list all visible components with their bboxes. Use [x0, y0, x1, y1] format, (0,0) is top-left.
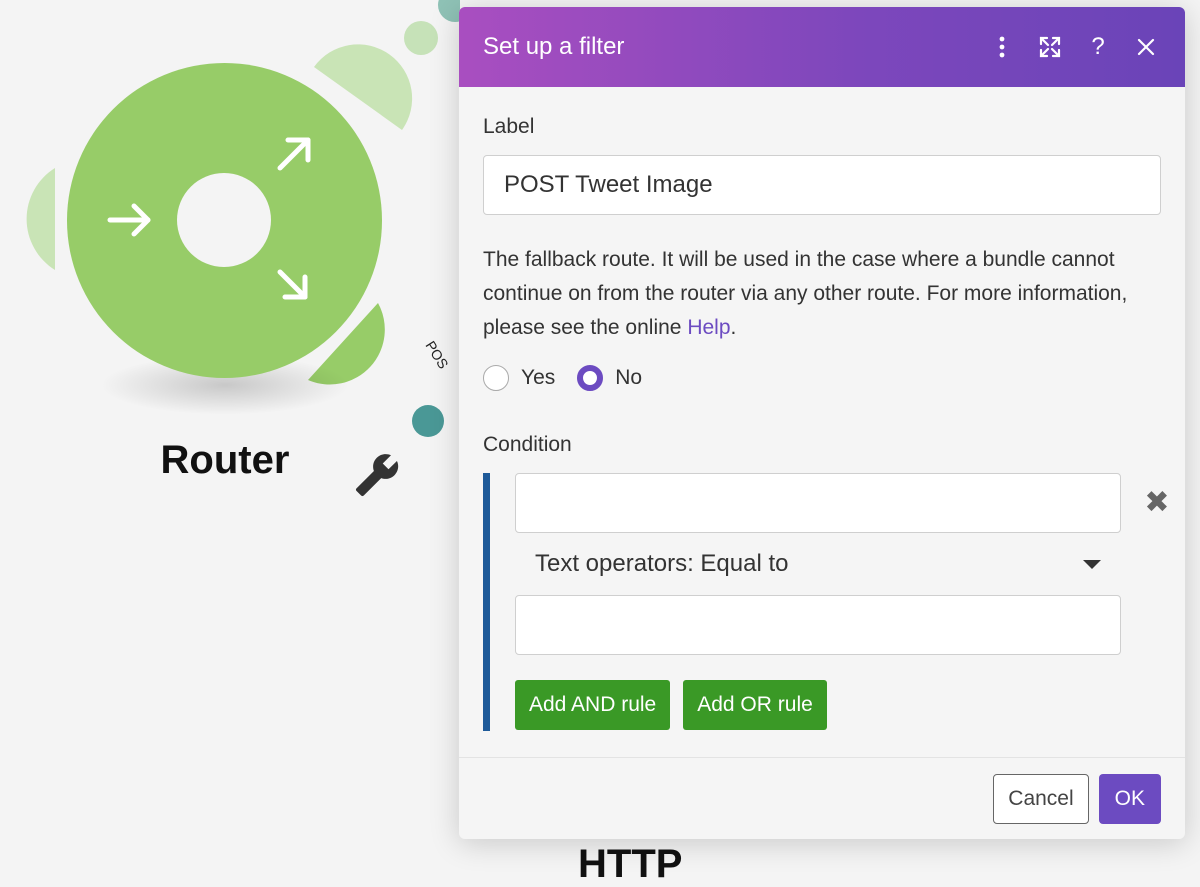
- fallback-description-text: The fallback route. It will be used in t…: [483, 248, 1128, 339]
- fallback-yes-label: Yes: [521, 366, 556, 389]
- router-title: Router: [160, 438, 290, 482]
- dialog-title: Set up a filter: [483, 33, 625, 60]
- dialog-header: Set up a filter ?: [459, 7, 1185, 87]
- fallback-description-end: .: [730, 316, 737, 339]
- condition-operand-a-input[interactable]: [515, 473, 1121, 533]
- dialog-header-actions: ?: [987, 32, 1161, 62]
- connector-dot-top: [438, 0, 460, 22]
- label-field-label: Label: [483, 115, 535, 138]
- help-icon[interactable]: ?: [1083, 32, 1113, 62]
- connector-dot: [404, 21, 438, 55]
- radio-checked-icon: [577, 365, 604, 391]
- condition-rule-group: ✖ Text operators: Equal to Add AND rule …: [483, 473, 1170, 731]
- caret-down-icon: [1083, 559, 1101, 569]
- wrench-icon[interactable]: [354, 452, 400, 498]
- close-icon[interactable]: [1131, 32, 1161, 62]
- dialog-body: Label POST Tweet Image The fallback rout…: [459, 87, 1185, 757]
- help-link[interactable]: Help: [687, 316, 730, 339]
- fallback-description: The fallback route. It will be used in t…: [483, 243, 1161, 345]
- rule-buttons: Add AND rule Add OR rule: [515, 680, 1161, 730]
- route-handle[interactable]: [412, 405, 444, 437]
- dialog-footer: Cancel OK: [459, 757, 1185, 839]
- add-or-rule-button[interactable]: Add OR rule: [683, 680, 827, 730]
- http-module-title: HTTP: [578, 842, 683, 886]
- fallback-no-radio[interactable]: No: [577, 365, 642, 391]
- cancel-button[interactable]: Cancel: [993, 773, 1089, 824]
- remove-condition-icon[interactable]: ✖: [1142, 486, 1172, 519]
- more-vertical-icon[interactable]: [987, 32, 1017, 62]
- condition-operator-value: Text operators: Equal to: [535, 550, 789, 577]
- label-input-value: POST Tweet Image: [504, 171, 713, 198]
- condition-operator-select[interactable]: Text operators: Equal to: [515, 533, 1121, 595]
- add-and-rule-button[interactable]: Add AND rule: [515, 680, 671, 730]
- fallback-no-label: No: [615, 366, 643, 389]
- router-arrows-icon: [107, 137, 311, 300]
- radio-unchecked-icon: [483, 365, 509, 391]
- fallback-yes-radio[interactable]: Yes: [483, 365, 555, 391]
- fallback-radio-group: Yes No: [483, 361, 1161, 395]
- expand-icon[interactable]: [1035, 32, 1065, 62]
- condition-label: Condition: [483, 433, 572, 456]
- ok-button[interactable]: OK: [1098, 773, 1161, 824]
- label-input[interactable]: POST Tweet Image: [483, 155, 1161, 215]
- condition-operand-b-input[interactable]: [515, 595, 1121, 655]
- filter-setup-dialog: Set up a filter ? Label POST Tweet Image: [459, 7, 1185, 839]
